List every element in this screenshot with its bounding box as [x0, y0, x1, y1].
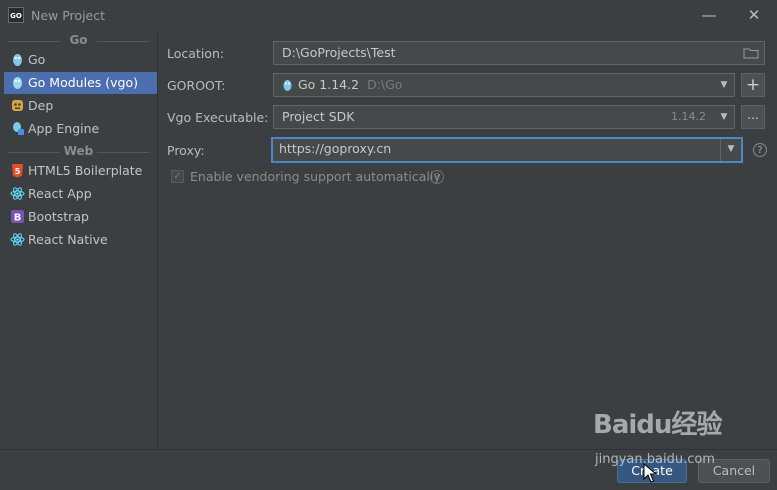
browse-button[interactable]: ...	[741, 105, 765, 129]
vendoring-label: Enable vendoring support automatically	[190, 169, 441, 184]
sidebar-item-bootstrap[interactable]: B Bootstrap	[4, 206, 157, 228]
chevron-down-icon[interactable]: ▼	[720, 139, 741, 161]
folder-icon[interactable]	[743, 47, 759, 59]
group-header-go: Go	[0, 33, 157, 47]
location-input[interactable]: D:\GoProjects\Test	[273, 41, 765, 65]
proxy-label: Proxy:	[167, 143, 205, 158]
window-title: New Project	[31, 8, 106, 23]
proxy-input[interactable]: https://goproxy.cn ▼	[271, 137, 743, 163]
gopher-icon	[13, 54, 22, 66]
chevron-down-icon[interactable]: ▼	[714, 106, 734, 128]
vgo-executable-label: Vgo Executable:	[167, 110, 269, 125]
proxy-value: https://goproxy.cn	[279, 141, 392, 156]
chevron-down-icon[interactable]: ▼	[714, 74, 734, 96]
react-icon	[10, 233, 25, 246]
title-bar: GO New Project — ✕	[0, 0, 777, 31]
sidebar-item-go-modules[interactable]: Go Modules (vgo)	[4, 72, 157, 94]
vgo-executable-select[interactable]: Project SDK 1.14.2 ▼	[273, 105, 735, 129]
vendoring-help-icon[interactable]: ?	[430, 170, 444, 184]
settings-panel: Location: D:\GoProjects\Test GOROOT: Go …	[158, 31, 777, 449]
location-value: D:\GoProjects\Test	[282, 45, 396, 60]
watermark-brand: Baidu经验	[593, 410, 722, 440]
location-label: Location:	[167, 46, 225, 61]
sidebar-item-app-engine[interactable]: App Engine	[4, 118, 157, 140]
minimize-button[interactable]: —	[697, 4, 721, 26]
baidu-watermark: Baidu经验 jingyan.baidu.com	[593, 404, 733, 474]
group-header-web: Web	[0, 144, 157, 158]
mouse-cursor-icon	[643, 463, 657, 483]
react-icon	[10, 187, 25, 200]
goland-logo-icon: GO	[8, 7, 24, 23]
sidebar-item-react-native[interactable]: React Native	[4, 229, 157, 251]
html5-icon: 5	[12, 164, 23, 178]
app-engine-icon	[13, 122, 24, 135]
close-button[interactable]: ✕	[742, 4, 766, 26]
proxy-help-icon[interactable]: ?	[753, 143, 767, 157]
sidebar-item-dep[interactable]: Dep	[4, 95, 157, 117]
vgo-executable-value: Project SDK	[282, 109, 355, 124]
project-type-sidebar: Go Go Go Modules (vgo) Dep App Engine We…	[0, 31, 158, 449]
sidebar-item-html5-boilerplate[interactable]: 5 HTML5 Boilerplate	[4, 160, 157, 182]
goroot-label: GOROOT:	[167, 78, 226, 93]
bootstrap-icon: B	[11, 210, 24, 224]
vgo-version: 1.14.2	[671, 110, 706, 123]
gopher-icon	[13, 77, 22, 89]
svg-text:5: 5	[15, 167, 21, 176]
goroot-path: D:\Go	[367, 77, 403, 92]
add-sdk-button[interactable]: +	[741, 73, 765, 97]
vendoring-checkbox[interactable]: ✓	[171, 170, 184, 183]
dep-icon	[12, 100, 23, 111]
sidebar-item-go[interactable]: Go	[4, 49, 157, 71]
svg-text:B: B	[14, 213, 22, 224]
goroot-value: Go 1.14.2	[298, 77, 360, 92]
goroot-select[interactable]: Go 1.14.2 D:\Go ▼	[273, 73, 735, 97]
gopher-icon	[283, 80, 292, 91]
sidebar-item-react-app[interactable]: React App	[4, 183, 157, 205]
